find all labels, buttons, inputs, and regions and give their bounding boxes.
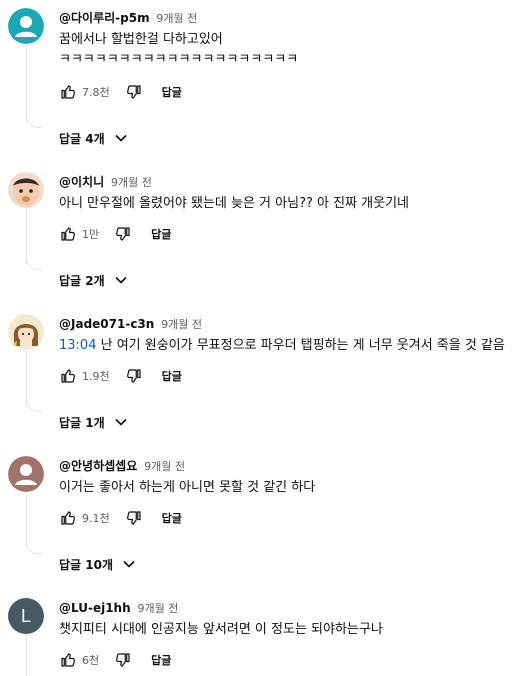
dislike-button[interactable] [111,222,135,246]
default-avatar-icon [8,456,44,492]
avatar[interactable] [8,8,44,44]
thumbs-up-icon [61,511,75,525]
timestamp-link[interactable]: 13:04 [59,338,96,353]
dislike-button[interactable] [122,506,146,530]
replies-label: 답글 2개 [59,273,105,288]
chevron-down-icon [115,418,127,426]
avatar-letter: L [20,605,31,626]
cartoon-girl-avatar-icon [8,314,44,350]
thread-connector [26,112,42,128]
thread-line [26,634,27,676]
comment-text-line: 꿈에서나 할법한걸 다하고있어 [59,32,223,47]
view-replies-button[interactable]: 답글 2개 [59,270,131,290]
comment-item: @Jade071-c3n 9개월 전 13:04 난 여기 원숭이가 무표정으로… [0,306,527,448]
reply-button[interactable]: 답글 [162,84,182,100]
comment-time[interactable]: 9개월 전 [111,176,152,189]
dislike-button[interactable] [111,648,135,672]
thumbs-down-icon [126,511,141,525]
thumbs-down-icon [126,369,141,383]
comment-item: @이치니 9개월 전 아니 만우절에 올렸어야 됐는데 늦은 거 아님?? 아 … [0,164,527,306]
like-count: 9.1천 [82,512,110,525]
like-button[interactable] [56,80,80,104]
reply-button[interactable]: 답글 [151,226,171,242]
dislike-button[interactable] [122,80,146,104]
chevron-down-icon [115,276,127,284]
avatar[interactable] [8,314,44,350]
comment-text: 꿈에서나 할법한걸 다하고있어 ㅋㅋㅋㅋㅋㅋㅋㅋㅋㅋㅋㅋㅋㅋㅋㅋㅋㅋㅋㅋ [59,30,523,70]
replies-label: 답글 10개 [59,557,113,572]
comment-time[interactable]: 9개월 전 [137,602,178,615]
like-button[interactable] [56,648,80,672]
comment-text-line: 난 여기 원숭이가 무표정으로 파우더 탭핑하는 게 너무 웃겨서 죽을 것 같… [100,338,505,353]
thread-line [26,44,27,122]
comment-author[interactable]: @안녕하셉셉요 [59,459,137,473]
thumbs-up-icon [61,369,75,383]
avatar[interactable] [8,456,44,492]
comment-item: @안녕하셉셉요 9개월 전 이거는 좋아서 하는게 아니면 못할 것 같긴 하다… [0,448,527,590]
reply-button[interactable]: 답글 [162,510,182,526]
comment-actions: 6천 답글 [56,648,171,672]
thumbs-down-icon [116,653,130,667]
thread-connector [26,538,42,554]
comment-text-line: 이거는 좋아서 하는게 아니면 못할 것 같긴 하다 [59,480,316,495]
like-button[interactable] [56,506,80,530]
comment-item: L @LU-ej1hh 9개월 전 챗지피티 시대에 인공지능 앞서려면 이 정… [0,590,527,676]
thumbs-up-icon [61,653,75,667]
comment-item: @다이루리-p5m 9개월 전 꿈에서나 할법한걸 다하고있어 ㅋㅋㅋㅋㅋㅋㅋㅋ… [0,0,527,146]
comment-time[interactable]: 9개월 전 [156,12,197,25]
comment-actions: 7.8천 답글 [56,80,182,104]
comment-text: 챗지피티 시대에 인공지능 앞서려면 이 정도는 되야하는구나 [59,620,523,640]
replies-label: 답글 4개 [59,131,105,146]
view-replies-button[interactable]: 답글 4개 [59,128,131,148]
view-replies-button[interactable]: 답글 1개 [59,412,131,432]
thread-connector [26,254,42,270]
thumbs-up-icon [61,85,75,99]
like-count: 1.9천 [82,370,110,383]
comment-actions: 1만 답글 [56,222,171,246]
comment-author[interactable]: @LU-ej1hh [59,601,131,615]
comment-author[interactable]: @다이루리-p5m [59,11,150,25]
comment-time[interactable]: 9개월 전 [144,460,185,473]
comment-text: 13:04 난 여기 원숭이가 무표정으로 파우더 탭핑하는 게 너무 웃겨서 … [59,336,523,356]
reply-button[interactable]: 답글 [162,368,182,384]
chevron-down-icon [123,560,135,568]
view-replies-button[interactable]: 답글 10개 [59,554,139,574]
comment-time[interactable]: 9개월 전 [161,318,202,331]
comment-actions: 9.1천 답글 [56,506,182,530]
comment-actions: 1.9천 답글 [56,364,182,388]
comment-author[interactable]: @이치니 [59,175,104,189]
comment-text-line: 챗지피티 시대에 인공지능 앞서려면 이 정도는 되야하는구나 [59,622,383,637]
reply-button[interactable]: 답글 [151,652,171,668]
thumbs-down-icon [126,85,141,99]
default-avatar-icon [8,8,44,44]
like-count: 7.8천 [82,86,110,99]
thumbs-down-icon [116,227,130,241]
comment-text-line: ㅋㅋㅋㅋㅋㅋㅋㅋㅋㅋㅋㅋㅋㅋㅋㅋㅋㅋㅋㅋ [59,52,299,67]
replies-label: 답글 1개 [59,415,105,430]
thumbs-up-icon [61,227,75,241]
chevron-down-icon [115,134,127,142]
dislike-button[interactable] [122,364,146,388]
baby-photo-avatar-icon [8,172,44,208]
comment-text: 이거는 좋아서 하는게 아니면 못할 것 같긴 하다 [59,478,523,498]
comment-text: 아니 만우절에 올렸어야 됐는데 늦은 거 아님?? 아 진짜 개웃기네 [59,194,523,214]
like-count: 1만 [82,228,100,241]
avatar[interactable] [8,172,44,208]
like-button[interactable] [56,222,80,246]
like-button[interactable] [56,364,80,388]
thread-connector [26,396,42,412]
comment-author[interactable]: @Jade071-c3n [59,317,154,331]
like-count: 6천 [82,654,100,667]
avatar[interactable]: L [8,598,44,634]
comment-text-line: 아니 만우절에 올렸어야 됐는데 늦은 거 아님?? 아 진짜 개웃기네 [59,196,409,211]
